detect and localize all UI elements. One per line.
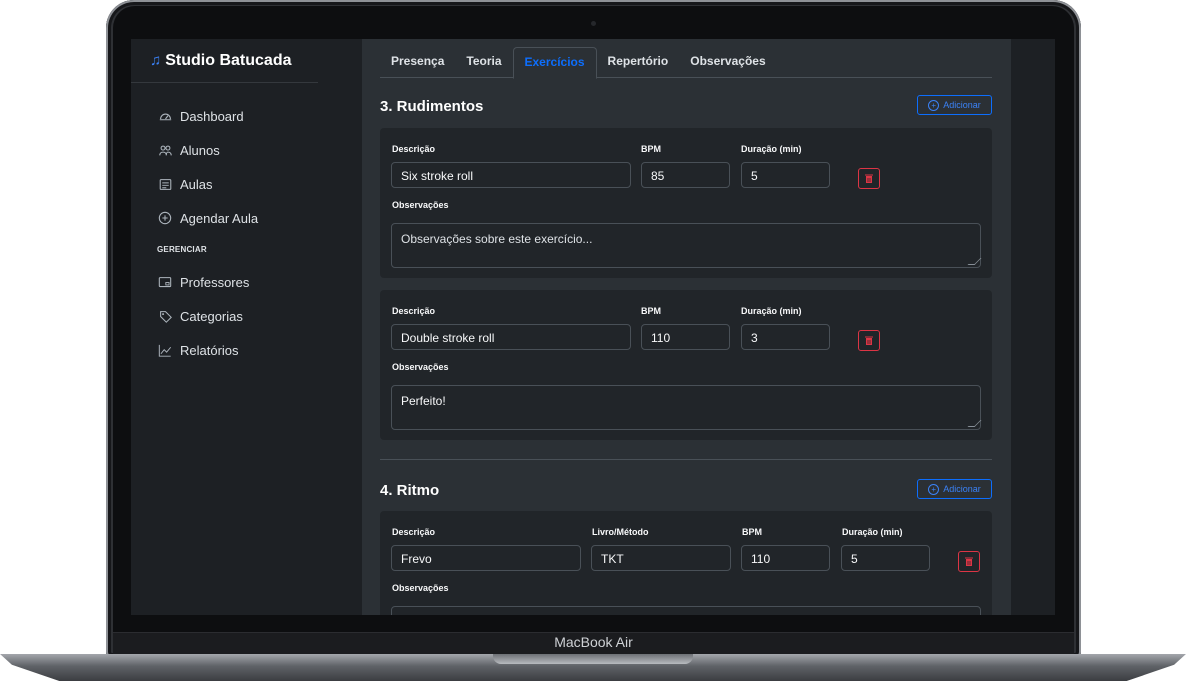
description-label: Descrição: [392, 144, 436, 154]
description-input[interactable]: Frevo: [391, 545, 581, 571]
sidebar-item-professores[interactable]: Professores: [131, 265, 318, 299]
exercise-card: Descrição BPM Duração (min) Six stroke r…: [380, 128, 992, 278]
calendar-list-icon: [157, 176, 173, 192]
sidebar-nav: Dashboard Alunos Aulas Agendar Aula GERE…: [131, 83, 318, 367]
observations-textarea[interactable]: Perfeito!: [391, 385, 982, 430]
bpm-input[interactable]: 110: [641, 324, 730, 350]
sidebar-item-alunos[interactable]: Alunos: [131, 133, 318, 167]
observations-textarea[interactable]: Observações sobre este exercício...: [391, 223, 982, 268]
brand-name: Studio Batucada: [165, 51, 292, 69]
tab-bar: Presença Teoria Exercícios Repertório Ob…: [380, 47, 992, 79]
bpm-label: BPM: [641, 306, 661, 316]
right-gutter: [1011, 39, 1055, 615]
resize-grip-icon[interactable]: [967, 420, 982, 427]
tab-exercicios[interactable]: Exercícios: [512, 47, 597, 79]
observations-placeholder: Observações sobre este exercício...: [401, 232, 593, 246]
trash-icon: [965, 557, 973, 566]
laptop-notch: [493, 654, 693, 664]
description-label: Descrição: [392, 306, 436, 316]
people-icon: [157, 142, 173, 158]
tab-presenca[interactable]: Presença: [380, 47, 455, 76]
plus-circle-icon: +: [928, 99, 940, 111]
sidebar-item-label: Categorias: [180, 308, 243, 324]
description-input[interactable]: Six stroke roll: [391, 162, 631, 188]
add-button[interactable]: + Adicionar: [917, 479, 992, 499]
duration-input[interactable]: 5: [841, 545, 930, 571]
exercise-card: Descrição Livro/Método BPM Duração (min)…: [380, 511, 992, 615]
exercise-card: Descrição BPM Duração (min) Double strok…: [380, 290, 992, 440]
sidebar-item-label: Relatórios: [180, 342, 239, 358]
delete-button[interactable]: [858, 330, 880, 351]
sidebar-item-categorias[interactable]: Categorias: [131, 299, 318, 333]
camera-dot: [591, 21, 596, 26]
sidebar-item-relatorios[interactable]: Relatórios: [131, 333, 318, 367]
bpm-input[interactable]: 85: [641, 162, 730, 188]
sidebar-item-label: Dashboard: [180, 108, 244, 124]
plus-circle-icon: [157, 210, 173, 226]
sidebar-item-agendar-aula[interactable]: Agendar Aula: [131, 201, 318, 235]
book-method-label: Livro/Método: [592, 527, 649, 537]
observations-value: Perfeito!: [401, 394, 446, 408]
sidebar-item-dashboard[interactable]: Dashboard: [131, 99, 318, 133]
tag-icon: [157, 308, 173, 324]
gauge-icon: [157, 108, 173, 124]
observations-label: Observações: [392, 583, 449, 593]
observations-textarea[interactable]: [391, 606, 981, 615]
sidebar-item-label: Agendar Aula: [180, 210, 259, 226]
person-board-icon: [157, 274, 173, 290]
sidebar-item-label: Professores: [180, 274, 250, 290]
add-button-label: Adicionar: [943, 484, 981, 494]
sidebar-item-aulas[interactable]: Aulas: [131, 167, 318, 201]
observations-label: Observações: [392, 200, 449, 210]
bpm-input[interactable]: 110: [741, 545, 830, 571]
delete-button[interactable]: [858, 168, 880, 189]
duration-input[interactable]: 5: [741, 162, 830, 188]
section-title-rudimentos: 3. Rudimentos: [380, 98, 484, 115]
delete-button[interactable]: [958, 551, 980, 572]
add-button-label: Adicionar: [943, 100, 981, 110]
duration-label: Duração (min): [741, 144, 802, 154]
add-button[interactable]: + Adicionar: [917, 95, 992, 115]
duration-label: Duração (min): [842, 527, 903, 537]
section-divider: [380, 459, 992, 460]
app-screen: ♫ Studio Batucada Dashboard Alunos Aulas…: [131, 39, 1055, 615]
description-input[interactable]: Double stroke roll: [391, 324, 631, 350]
sidebar-section-title: GERENCIAR: [157, 245, 207, 254]
music-note-icon: ♫: [150, 52, 162, 69]
main-area: Presença Teoria Exercícios Repertório Ob…: [318, 39, 1055, 615]
tab-repertorio[interactable]: Repertório: [597, 47, 680, 76]
content-panel: Presença Teoria Exercícios Repertório Ob…: [362, 39, 1011, 615]
description-label: Descrição: [392, 527, 436, 537]
bpm-label: BPM: [742, 527, 762, 537]
section-title-ritmo: 4. Ritmo: [380, 482, 440, 499]
tab-teoria[interactable]: Teoria: [455, 47, 512, 76]
sidebar-item-label: Aulas: [180, 176, 213, 192]
chart-line-icon: [157, 342, 173, 358]
duration-input[interactable]: 3: [741, 324, 830, 350]
resize-grip-icon[interactable]: [967, 258, 982, 265]
sidebar: ♫ Studio Batucada Dashboard Alunos Aulas…: [131, 39, 319, 615]
observations-label: Observações: [392, 362, 449, 372]
plus-circle-icon: +: [928, 483, 940, 495]
trash-icon: [865, 336, 873, 345]
bpm-label: BPM: [641, 144, 661, 154]
device-label: MacBook Air: [554, 634, 633, 650]
trash-icon: [865, 174, 873, 183]
tab-observacoes[interactable]: Observações: [679, 47, 776, 76]
duration-label: Duração (min): [741, 306, 802, 316]
brand[interactable]: ♫ Studio Batucada: [131, 39, 318, 83]
sidebar-item-label: Alunos: [180, 142, 220, 158]
book-method-input[interactable]: TKT: [591, 545, 731, 571]
